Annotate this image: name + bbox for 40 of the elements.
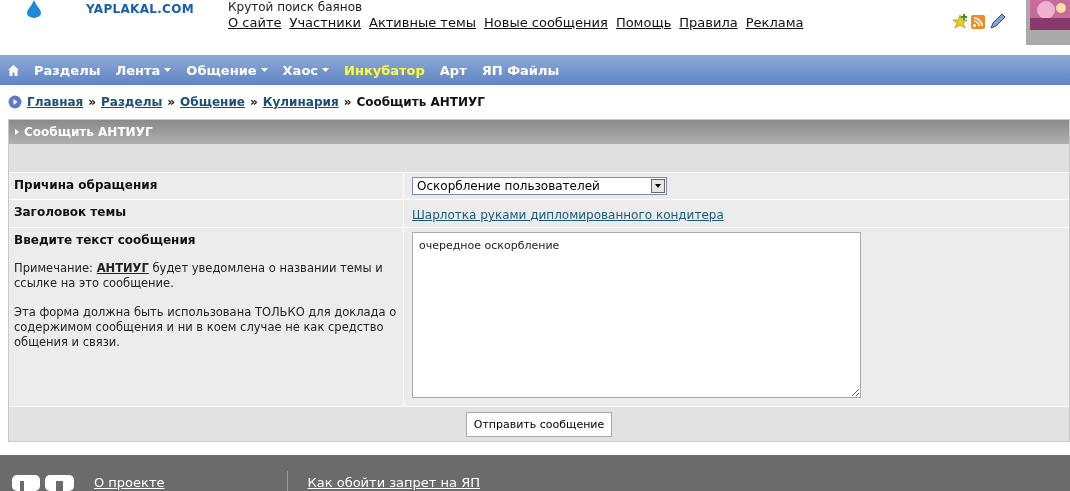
bullet-icon <box>15 129 19 135</box>
pencil-icon[interactable] <box>988 13 1006 31</box>
logo-drop-icon <box>26 0 42 18</box>
top-link[interactable]: Новые сообщения <box>484 15 608 30</box>
breadcrumb-separator: » <box>343 95 352 109</box>
caret-icon <box>260 68 268 72</box>
footer-link[interactable]: О проекте <box>94 475 165 490</box>
breadcrumb-link[interactable]: Общение <box>180 95 245 109</box>
field-label: Заголовок темы <box>14 205 128 219</box>
field-label: Причина обращения <box>14 178 159 192</box>
breadcrumb-link[interactable]: Главная <box>27 95 84 109</box>
warning-text: Эта форма должна быть использована ТОЛЬКО для доклада о содержимом сообщения и ни в коем случае не как средство общения и связи. <box>14 305 398 350</box>
rss-icon[interactable] <box>971 15 985 29</box>
tagline: Крутой поиск баянов <box>228 0 364 14</box>
caret-icon <box>322 68 330 72</box>
topic-link[interactable]: Шарлотка руками дипломированного кондитера <box>412 208 724 222</box>
breadcrumb-separator: » <box>249 95 258 109</box>
star-plus-icon[interactable] <box>952 14 968 30</box>
breadcrumb-link[interactable]: Разделы <box>101 95 163 109</box>
breadcrumb-separator: » <box>167 95 176 109</box>
play-circle-icon <box>8 95 22 109</box>
note-text: Примечание: АНТИУГ будет уведомлена о названии темы и ссылке на это сообщение. <box>14 261 384 291</box>
breadcrumb-current: Сообщить АНТИУГ <box>356 95 485 109</box>
breadcrumb-separator: » <box>88 95 96 109</box>
breadcrumb-link[interactable]: Кулинария <box>262 95 339 109</box>
footer-link[interactable]: Как обойти запрет на ЯП <box>307 475 480 490</box>
caret-icon <box>164 68 172 72</box>
top-link[interactable]: Помощь <box>615 15 672 30</box>
top-link[interactable]: Правила <box>679 15 738 30</box>
panel-title: Сообщить АНТИУГ <box>24 125 153 139</box>
field-label: Введите текст сообщения <box>14 233 197 247</box>
top-link[interactable]: Реклама <box>745 15 804 30</box>
reason-select[interactable]: Оскорбление пользователей <box>412 177 667 195</box>
top-link[interactable]: О сайте <box>228 15 282 30</box>
top-link[interactable]: Участники <box>289 15 362 30</box>
logo-text[interactable]: YAPLAKAL.COM <box>86 2 194 16</box>
submit-button[interactable]: Отправить сообщение <box>465 411 613 437</box>
home-icon[interactable] <box>8 64 19 76</box>
message-field[interactable]: очередное оскорбление <box>412 232 861 398</box>
top-link[interactable]: Активные темы <box>369 15 476 30</box>
